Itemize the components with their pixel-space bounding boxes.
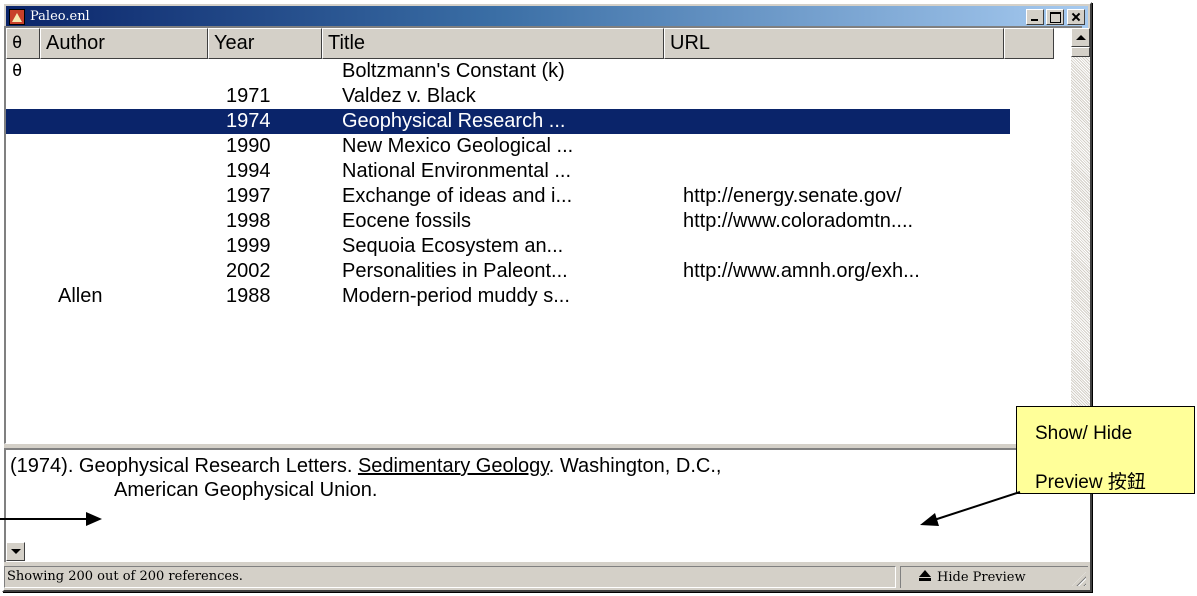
close-button[interactable]: [1067, 9, 1085, 25]
hide-preview-button[interactable]: Hide Preview: [919, 568, 1026, 587]
row-year: 1997: [226, 185, 271, 207]
preview-citation-suffix: . Washington, D.C.,: [548, 455, 722, 477]
scroll-up-arrow-icon: [1076, 35, 1086, 40]
row-url: http://www.coloradomtn....: [683, 210, 914, 232]
row-title: New Mexico Geological ...: [342, 135, 574, 157]
eject-icon: [919, 570, 931, 582]
row-year: 1988: [226, 285, 271, 307]
table-row[interactable]: 1997 Exchange of ideas and i... http://ene…: [6, 184, 1054, 209]
row-year: 1994: [226, 160, 271, 182]
column-header-row: θ Author Year Title URL: [6, 28, 1054, 59]
column-header-author[interactable]: Author: [40, 28, 208, 59]
row-author: Allen: [58, 285, 103, 307]
preview-citation: (1974). Geophysical Research Letters. Se…: [10, 454, 1050, 502]
preview-journal: Sedimentary Geology: [357, 455, 549, 477]
status-text: Showing 200 out of 200 references.: [4, 566, 896, 588]
row-title: Boltzmann's Constant (k): [342, 60, 565, 82]
table-row[interactable]: 2002 Personalities in Paleont... http://ww…: [6, 259, 1054, 284]
scroll-thumb[interactable]: [1071, 47, 1090, 57]
minimize-button[interactable]: [1026, 9, 1044, 25]
row-title: Geophysical Research ...: [342, 110, 566, 132]
row-title: National Environmental ...: [342, 160, 572, 182]
reference-list: θ Author Year Title URL θ Boltzmann's Con…: [4, 26, 1082, 444]
row-title: Valdez v. Black: [342, 85, 476, 107]
title-bar[interactable]: Paleo.enl: [6, 6, 1088, 28]
row-attachment-icon: θ: [12, 61, 23, 81]
scroll-up-button[interactable]: [1071, 28, 1090, 47]
reference-rows: θ Boltzmann's Constant (k) 1971 Valdez v. B…: [6, 59, 1054, 309]
row-title: Exchange of ideas and i...: [342, 185, 573, 207]
table-row[interactable]: 1998 Eocene fossils http://www.coloradomtn…: [6, 209, 1054, 234]
table-row[interactable]: Allen 1988 Modern-period muddy s...: [6, 284, 1054, 309]
row-year: 1974: [226, 110, 271, 132]
resize-grip[interactable]: [1072, 572, 1086, 586]
window-title: Paleo.enl: [30, 9, 90, 24]
preview-citation-line2: American Geophysical Union.: [114, 479, 378, 501]
column-header-year[interactable]: Year: [208, 28, 322, 59]
table-row[interactable]: 1974 Geophysical Research ...: [6, 109, 1010, 134]
table-row[interactable]: 1971 Valdez v. Black: [6, 84, 1054, 109]
row-url: http://www.amnh.org/exh...: [683, 260, 920, 282]
row-title: Personalities in Paleont...: [342, 260, 568, 282]
status-bar: Showing 200 out of 200 references. Hide …: [4, 566, 1088, 588]
annotation-callout: Show/ Hide Preview 按鈕: [1016, 406, 1195, 494]
table-row[interactable]: 1994 National Environmental ...: [6, 159, 1054, 184]
row-year: 1999: [226, 235, 271, 257]
row-year: 1971: [226, 85, 271, 107]
row-url: http://energy.senate.gov/: [683, 185, 902, 207]
hide-preview-area: Hide Preview: [900, 566, 1088, 588]
column-header-url[interactable]: URL: [664, 28, 1004, 59]
preview-citation-prefix: (1974). Geophysical Research Letters.: [10, 455, 358, 477]
table-row[interactable]: θ Boltzmann's Constant (k): [6, 59, 1054, 84]
column-header-title[interactable]: Title: [322, 28, 664, 59]
hide-preview-label: Hide Preview: [937, 570, 1026, 585]
column-header-attachment[interactable]: θ: [6, 28, 40, 59]
row-title: Eocene fossils: [342, 210, 471, 232]
row-year: 1990: [226, 135, 271, 157]
annotation-line2: Preview 按鈕: [1035, 472, 1146, 493]
maximize-button[interactable]: [1046, 9, 1064, 25]
endnote-app-icon[interactable]: [9, 9, 25, 25]
table-row[interactable]: 1999 Sequoia Ecosystem an...: [6, 234, 1054, 259]
row-year: 1998: [226, 210, 271, 232]
table-row[interactable]: 1990 New Mexico Geological ...: [6, 134, 1054, 159]
column-header-filler: [1004, 28, 1054, 59]
annotation-line1: Show/ Hide: [1035, 423, 1133, 444]
row-title: Modern-period muddy s...: [342, 285, 570, 307]
scroll-down-arrow-icon: [11, 549, 21, 554]
list-scrollbar[interactable]: [1071, 28, 1090, 444]
preview-pane[interactable]: (1974). Geophysical Research Letters. Se…: [4, 448, 1090, 562]
row-year: 2002: [226, 260, 271, 282]
row-title: Sequoia Ecosystem an...: [342, 235, 564, 257]
preview-scroll-down-button[interactable]: [6, 542, 25, 561]
